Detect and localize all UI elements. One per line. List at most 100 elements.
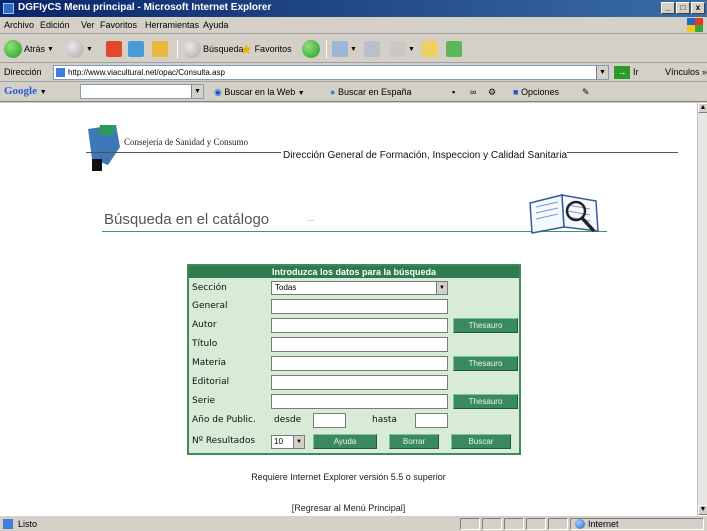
- desde-input[interactable]: [313, 413, 346, 428]
- seccion-select[interactable]: Todas ▼: [271, 281, 448, 295]
- status-panel: [548, 518, 568, 530]
- page-content: Consejería de Sanidad y Consumo Direcció…: [0, 103, 697, 515]
- scroll-up-icon[interactable]: ▲: [698, 103, 707, 113]
- scroll-down-icon[interactable]: ▼: [698, 505, 707, 515]
- dropdown-arrow-icon: ▼: [297, 90, 305, 97]
- messenger-icon: [446, 41, 462, 57]
- menu-herramientas[interactable]: Herramientas: [145, 20, 199, 30]
- close-button[interactable]: x: [691, 2, 705, 14]
- pencil-icon[interactable]: ✎: [582, 87, 590, 98]
- home-icon: [152, 41, 168, 57]
- autor-thesauro-button[interactable]: Thesauro: [453, 318, 518, 333]
- form-title: Introduzca los datos para la búsqueda: [189, 266, 519, 278]
- serie-input[interactable]: [271, 394, 448, 409]
- media-button[interactable]: [302, 39, 320, 59]
- vertical-scrollbar[interactable]: ▲ ▼: [697, 103, 707, 515]
- media-icon: [302, 40, 320, 58]
- google-logo[interactable]: Google ▼: [4, 85, 47, 97]
- internet-globe-icon: [575, 519, 585, 529]
- menu-ayuda[interactable]: Ayuda: [203, 20, 228, 30]
- search-web-button[interactable]: ◉ Buscar en la Web ▼: [214, 87, 305, 98]
- seccion-label: Sección: [192, 283, 227, 293]
- favorites-label: Favoritos: [254, 44, 292, 54]
- mail-button[interactable]: [364, 39, 380, 59]
- stop-button[interactable]: [106, 39, 122, 59]
- general-input[interactable]: [271, 299, 448, 314]
- options-icon: ■: [513, 87, 519, 97]
- links-button[interactable]: Vínculos »: [665, 67, 707, 77]
- materia-label: Materia: [192, 358, 227, 368]
- back-button[interactable]: Atrás ▼: [4, 39, 54, 59]
- serie-thesauro-button[interactable]: Thesauro: [453, 394, 518, 409]
- mail-icon: [364, 41, 380, 57]
- pagerank-icon[interactable]: ∞: [470, 87, 476, 97]
- status-panel: [460, 518, 480, 530]
- minimize-button[interactable]: _: [661, 2, 675, 14]
- resultados-select[interactable]: 10 ▼: [271, 435, 305, 449]
- buscar-button[interactable]: Buscar: [451, 434, 511, 449]
- search-spain-button[interactable]: ● Buscar en España: [330, 87, 412, 97]
- ie-app-icon: [3, 3, 14, 14]
- menu-favoritos[interactable]: Favoritos: [100, 20, 137, 30]
- consejeria-logo: [88, 125, 120, 171]
- materia-input[interactable]: [271, 356, 448, 371]
- seccion-value: Todas: [275, 283, 297, 292]
- dropdown-arrow-icon: ▼: [39, 88, 47, 96]
- materia-thesauro-button[interactable]: Thesauro: [453, 356, 518, 371]
- page-title: Búsqueda en el catálogo: [104, 211, 270, 228]
- status-panel: [526, 518, 546, 530]
- refresh-button[interactable]: [128, 39, 144, 59]
- edit-button[interactable]: [422, 39, 438, 59]
- menu-archivo[interactable]: Archivo: [4, 20, 34, 30]
- back-to-menu-link[interactable]: [Regresar al Menú Principal]: [0, 503, 697, 513]
- google-search-input[interactable]: ▼: [80, 84, 204, 99]
- menu-edicion[interactable]: Edición: [40, 20, 70, 30]
- star-icon: ★: [240, 40, 253, 57]
- form-row-serie: Serie Thesauro: [189, 392, 519, 411]
- favorites-button[interactable]: ★ Favoritos: [240, 39, 292, 59]
- search-label: Búsqueda: [203, 44, 244, 54]
- go-button[interactable]: Ir: [633, 67, 639, 77]
- borrar-button[interactable]: Borrar: [389, 434, 439, 449]
- dept-name: Dirección General de Formación, Inspecci…: [281, 150, 568, 161]
- form-row-anio: Año de Public. desde hasta: [189, 411, 519, 430]
- editorial-label: Editorial: [192, 377, 230, 387]
- title-bar: DGFIyCS Menu principal - Microsoft Inter…: [0, 0, 707, 17]
- autor-input[interactable]: [271, 318, 448, 333]
- form-row-autor: Autor Thesauro: [189, 316, 519, 335]
- messenger-button[interactable]: [446, 39, 462, 59]
- ayuda-button[interactable]: Ayuda: [313, 434, 377, 449]
- refresh-icon: [128, 41, 144, 57]
- maximize-button[interactable]: □: [676, 2, 690, 14]
- address-input[interactable]: http://www.viacultural.net/opac/Consulta…: [53, 65, 609, 80]
- home-button[interactable]: [152, 39, 168, 59]
- popup-blocker-icon[interactable]: ⚙: [488, 87, 496, 98]
- form-row-titulo: Título: [189, 335, 519, 354]
- options-button[interactable]: ■ Opciones: [513, 87, 559, 97]
- print-button[interactable]: ▼: [390, 39, 415, 59]
- chevron-down-icon[interactable]: ▼: [436, 282, 447, 294]
- editorial-input[interactable]: [271, 375, 448, 390]
- forward-button[interactable]: ▼: [66, 39, 93, 59]
- window-controls: _ □ x: [661, 2, 705, 14]
- menu-ver[interactable]: Ver: [81, 20, 95, 30]
- menu-bar: Archivo Edición Ver Favoritos Herramient…: [0, 17, 707, 34]
- titulo-input[interactable]: [271, 337, 448, 352]
- page-status-icon: [3, 519, 13, 529]
- hasta-input[interactable]: [415, 413, 448, 428]
- search-button[interactable]: Búsqueda: [183, 39, 244, 59]
- history-button[interactable]: ▼: [332, 39, 357, 59]
- chevron-down-icon[interactable]: ▼: [596, 66, 608, 79]
- binoculars-icon: ◉: [214, 87, 222, 97]
- form-row-editorial: Editorial: [189, 373, 519, 392]
- chevron-down-icon[interactable]: ▼: [191, 85, 203, 98]
- page-title-dots: ...: [307, 213, 315, 223]
- page-info-icon[interactable]: ▪: [452, 87, 455, 97]
- google-toolbar: Google ▼ ▼ ◉ Buscar en la Web ▼ ● Buscar…: [0, 82, 707, 102]
- form-row-seccion: Sección Todas ▼: [189, 279, 519, 298]
- google-logo-text: Google: [4, 85, 37, 97]
- go-arrow-icon[interactable]: →: [614, 66, 630, 79]
- chevron-down-icon[interactable]: ▼: [293, 436, 304, 448]
- forward-arrow-icon: [66, 40, 84, 58]
- search-form: Introduzca los datos para la búsqueda Se…: [187, 264, 521, 455]
